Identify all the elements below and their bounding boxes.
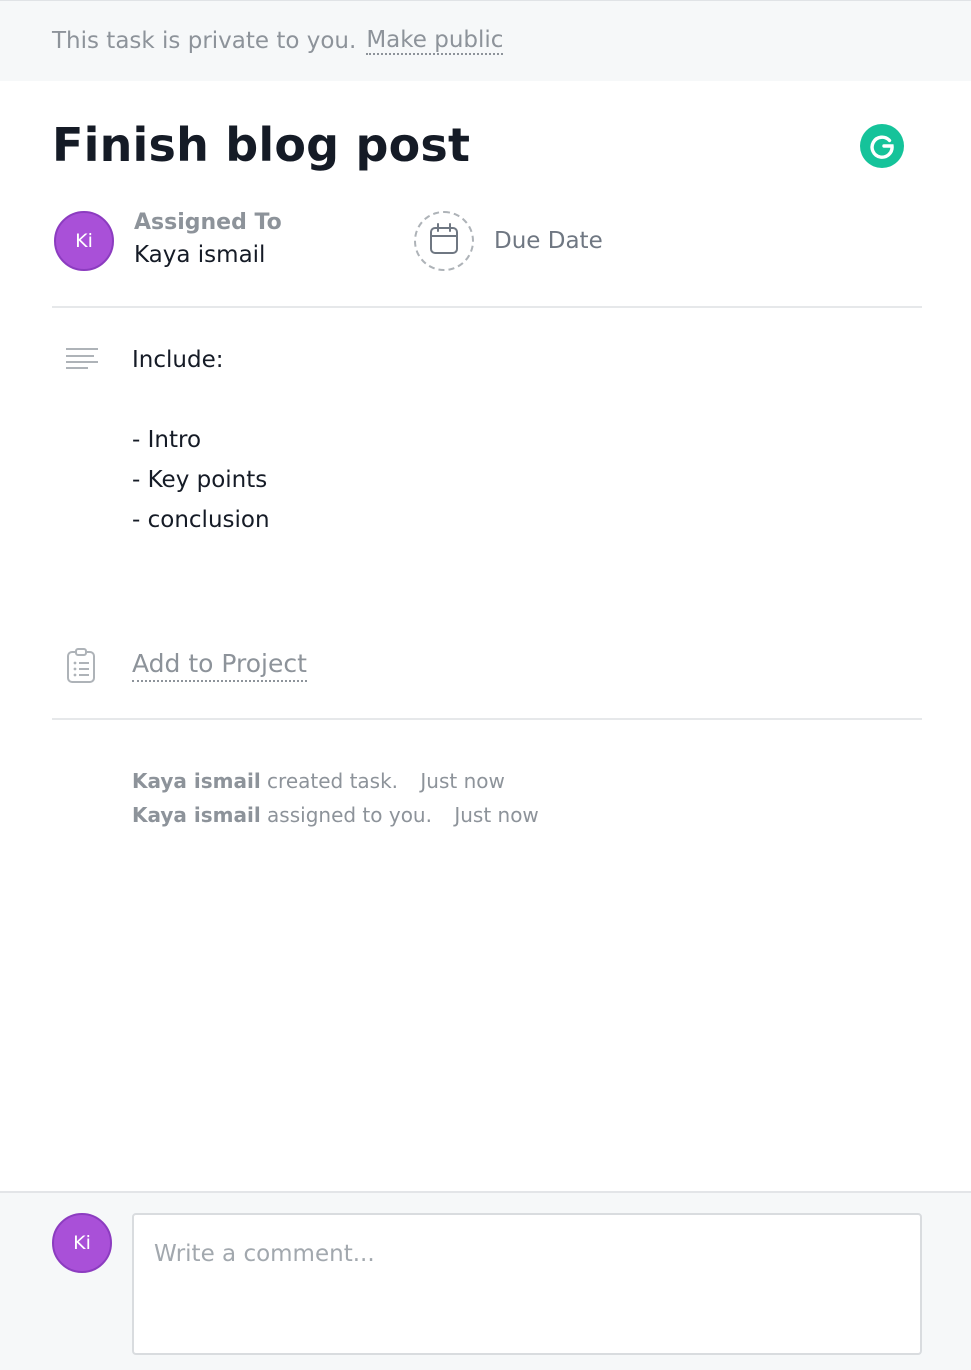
make-public-link[interactable]: Make public [366,27,504,55]
description-line: Include: [132,347,224,373]
comment-input[interactable]: Write a comment... [132,1213,922,1355]
description-line: - Intro [132,427,202,453]
divider [52,306,922,308]
description-line: - Key points [132,467,268,493]
assignee-name[interactable]: Kaya ismail [134,242,265,268]
activity-action: created task. [267,769,399,793]
description-line [132,380,912,420]
comment-avatar: Ki [52,1213,112,1273]
due-date-label[interactable]: Due Date [494,228,603,254]
activity-feed: Kaya ismail created task. Just now Kaya … [132,764,539,832]
due-date-button[interactable] [414,211,474,271]
activity-item: Kaya ismail created task. Just now [132,764,539,798]
activity-actor[interactable]: Kaya ismail [132,803,261,827]
assigned-to-label: Assigned To [134,210,282,235]
task-description[interactable]: Include: - Intro - Key points - conclusi… [132,340,912,540]
calendar-icon [429,223,459,259]
clipboard-icon [66,648,98,688]
grammarly-icon[interactable] [860,124,904,168]
divider [52,718,922,720]
activity-item: Kaya ismail assigned to you. Just now [132,798,539,832]
description-icon [66,348,100,374]
privacy-message: This task is private to you. [52,28,357,54]
activity-time: Just now [420,769,505,793]
activity-actor[interactable]: Kaya ismail [132,769,261,793]
assignee-avatar[interactable]: Ki [54,211,114,271]
task-title[interactable]: Finish blog post [52,118,470,172]
privacy-bar: This task is private to you. Make public [0,0,971,81]
description-line: - conclusion [132,507,270,533]
activity-time: Just now [454,803,539,827]
add-to-project-link[interactable]: Add to Project [132,648,307,682]
activity-action: assigned to you. [267,803,432,827]
